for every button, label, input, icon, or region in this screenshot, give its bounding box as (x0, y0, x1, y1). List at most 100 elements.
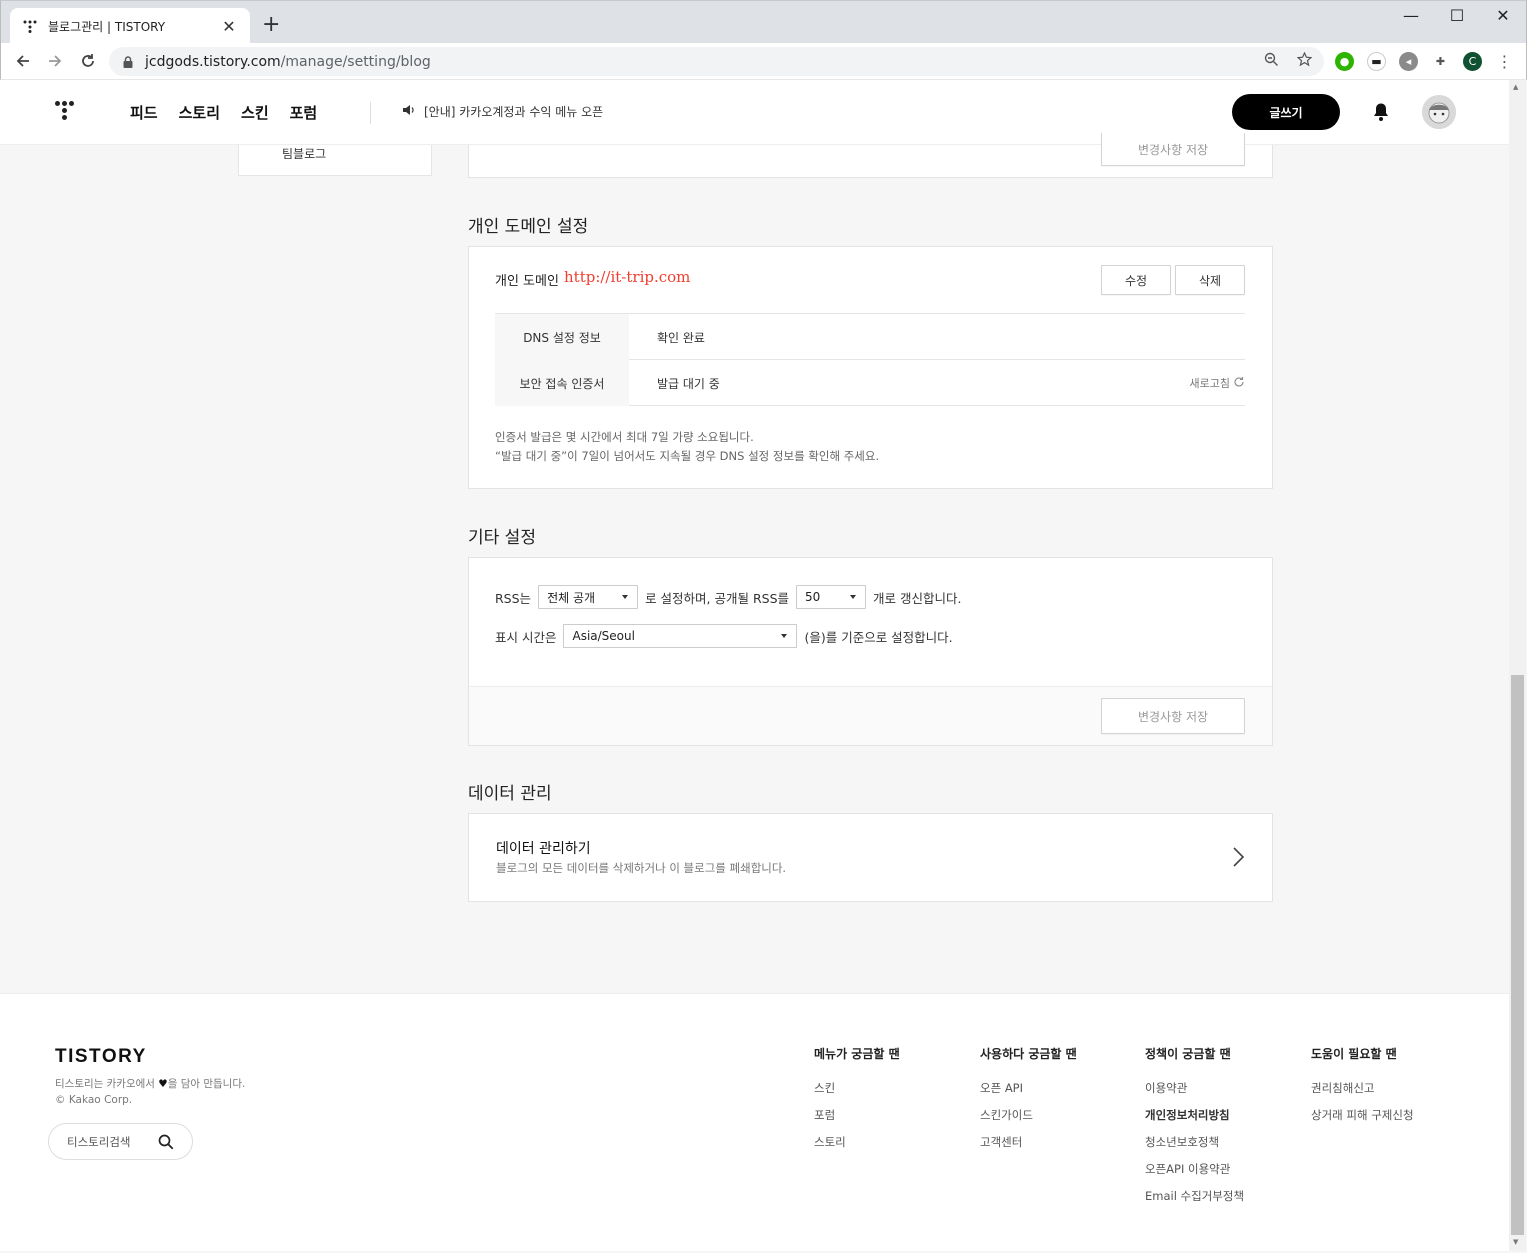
footer-link[interactable]: 스킨 (814, 1080, 900, 1096)
address-bar[interactable]: jcdgods.tistory.com/manage/setting/blog (109, 47, 1324, 76)
refresh-icon (1233, 376, 1245, 391)
domain-delete-button[interactable]: 삭제 (1175, 265, 1245, 295)
footer-column-title: 메뉴가 궁금할 땐 (814, 1047, 900, 1061)
domain-note-line1: 인증서 발급은 몇 시간에서 최대 7일 가량 소요됩니다. (495, 430, 754, 444)
extension-mask-icon[interactable]: ▬ (1367, 52, 1386, 71)
etc-card-footer: 변경사항 저장 (469, 686, 1272, 745)
scroll-up-icon[interactable]: ▲ (1513, 83, 1522, 91)
tab-title: 블로그관리 | TISTORY (48, 19, 166, 34)
footer-search-placeholder: 티스토리검색 (67, 1134, 131, 1149)
timezone-select[interactable]: Asia/Seoul (563, 624, 798, 648)
new-tab-icon[interactable]: + (262, 13, 280, 37)
footer-column-help: 도움이 필요할 땐 권리침해신고 상거래 피해 구제신청 (1311, 1045, 1414, 1134)
footer-link[interactable]: 이용약관 (1145, 1080, 1244, 1096)
rss-row: RSS는 전체 공개 로 설정하며, 공개될 RSS를 50 개로 갱신합니다. (495, 585, 961, 609)
refresh-button[interactable]: 새로고침 (1190, 375, 1245, 391)
url-text: jcdgods.tistory.com/manage/setting/blog (145, 53, 431, 70)
nav-skin[interactable]: 스킨 (241, 102, 269, 123)
data-management-card[interactable]: 데이터 관리하기 블로그의 모든 데이터를 삭제하거나 이 블로그를 폐쇄합니다… (468, 813, 1273, 902)
domain-url[interactable]: http://it-trip.com (564, 268, 690, 286)
rss-suffix: 개로 갱신합니다. (873, 590, 962, 606)
dns-value: 확인 완료 (657, 331, 705, 345)
bell-icon[interactable] (1372, 102, 1390, 122)
lock-icon (123, 55, 133, 68)
table-row: DNS 설정 정보 확인 완료 (495, 314, 1245, 360)
extension-share-icon[interactable]: ◂ (1399, 52, 1418, 71)
zoom-icon[interactable] (1264, 52, 1279, 71)
nav-story[interactable]: 스토리 (179, 102, 220, 123)
dns-key: DNS 설정 정보 (495, 314, 629, 360)
etc-section-title: 기타 설정 (468, 528, 536, 548)
scroll-down-icon[interactable]: ▼ (1513, 1238, 1522, 1246)
domain-settings-card: 개인 도메인 http://it-trip.com 수정 삭제 DNS 설정 정… (468, 246, 1273, 489)
footer-link[interactable]: 청소년보호정책 (1145, 1134, 1244, 1150)
footer-link[interactable]: 오픈API 이용약관 (1145, 1161, 1244, 1177)
window-close-icon[interactable]: ✕ (1480, 5, 1526, 27)
nav-divider (370, 102, 371, 124)
footer-column-title: 사용하다 궁금할 땐 (980, 1047, 1077, 1061)
rss-count-value: 50 (805, 590, 821, 604)
tistory-logo-icon[interactable] (55, 101, 79, 125)
notice-banner[interactable]: [안내] 카카오계정과 수익 메뉴 오픈 (402, 103, 603, 120)
speaker-icon (402, 104, 416, 119)
footer-link[interactable]: 포럼 (814, 1107, 900, 1123)
nav-forum[interactable]: 포럼 (290, 102, 318, 123)
notice-text: [안내] 카카오계정과 수익 메뉴 오픈 (424, 105, 604, 119)
main-nav: 피드 스토리 스킨 포럼 (130, 102, 317, 123)
footer-column-usage: 사용하다 궁금할 땐 오픈 API 스킨가이드 고객센터 (980, 1045, 1077, 1161)
footer-link[interactable]: 개인정보처리방침 (1145, 1107, 1244, 1123)
time-prefix: 표시 시간은 (495, 629, 557, 645)
domain-note: 인증서 발급은 몇 시간에서 최대 7일 가량 소요됩니다. “발급 대기 중”… (495, 428, 879, 466)
browser-menu-icon[interactable]: ⋮ (1495, 52, 1514, 71)
footer-link[interactable]: 권리침해신고 (1311, 1080, 1414, 1096)
maximize-icon[interactable]: ☐ (1434, 5, 1480, 27)
site-footer: TISTORY 티스토리는 카카오에서 ♥을 담아 만듭니다. © Kakao … (0, 993, 1509, 1251)
tistory-favicon-icon (22, 18, 38, 34)
write-button[interactable]: 글쓰기 (1232, 94, 1340, 130)
etc-settings-card: RSS는 전체 공개 로 설정하며, 공개될 RSS를 50 개로 갱신합니다.… (468, 557, 1273, 746)
domain-label: 개인 도메인 (495, 274, 559, 289)
profile-avatar[interactable]: C (1463, 52, 1482, 71)
minimize-icon[interactable]: — (1388, 5, 1434, 27)
timezone-value: Asia/Seoul (572, 629, 635, 643)
footer-link[interactable]: 스토리 (814, 1134, 900, 1150)
extensions-puzzle-icon[interactable]: ✚ (1431, 52, 1450, 71)
reload-icon[interactable] (76, 49, 100, 73)
user-avatar[interactable] (1422, 95, 1456, 129)
side-menu-item-teamblog[interactable]: 팀블로그 (282, 145, 326, 162)
ssl-key: 보안 접속 인증서 (495, 360, 629, 406)
dns-info-table: DNS 설정 정보 확인 완료 보안 접속 인증서 발급 대기 중 새로고침 (495, 313, 1245, 406)
footer-logo[interactable]: TISTORY (55, 1046, 147, 1068)
rss-prefix: RSS는 (495, 590, 532, 606)
search-icon[interactable] (158, 1134, 174, 1150)
footer-desc-after: 을 담아 만듭니다. (167, 1078, 246, 1090)
footer-link[interactable]: 상거래 피해 구제신청 (1311, 1107, 1414, 1123)
footer-search-input[interactable]: 티스토리검색 (48, 1123, 193, 1160)
extension-green-icon[interactable]: ● (1335, 52, 1354, 71)
nav-feed[interactable]: 피드 (130, 102, 158, 123)
domain-edit-button[interactable]: 수정 (1101, 265, 1171, 295)
save-changes-button[interactable]: 변경사항 저장 (1101, 698, 1245, 734)
footer-description: 티스토리는 카카오에서 ♥을 담아 만듭니다. © Kakao Corp. (55, 1076, 245, 1108)
footer-link[interactable]: Email 수집거부정책 (1145, 1188, 1244, 1204)
rss-middle: 로 설정하며, 공개될 RSS를 (645, 590, 790, 606)
footer-link[interactable]: 오픈 API (980, 1080, 1077, 1096)
chevron-down-icon (622, 595, 629, 599)
time-suffix: (을)를 기준으로 설정합니다. (804, 629, 953, 645)
back-icon[interactable] (11, 49, 35, 73)
timezone-row: 표시 시간은 Asia/Seoul (을)를 기준으로 설정합니다. (495, 624, 953, 648)
rss-count-select[interactable]: 50 (796, 585, 867, 609)
footer-column-policy: 정책이 궁금할 땐 이용약관 개인정보처리방침 청소년보호정책 오픈API 이용… (1145, 1045, 1244, 1215)
browser-tab[interactable]: 블로그관리 | TISTORY ✕ (10, 8, 250, 44)
footer-desc-before: 티스토리는 카카오에서 (55, 1078, 155, 1090)
browser-toolbar: jcdgods.tistory.com/manage/setting/blog … (0, 43, 1527, 80)
footer-link[interactable]: 스킨가이드 (980, 1107, 1077, 1123)
page-scrollbar[interactable]: ▲ ▼ (1509, 80, 1526, 1251)
scrollbar-thumb[interactable] (1511, 675, 1524, 1235)
forward-icon[interactable] (43, 49, 67, 73)
previous-save-button[interactable]: 변경사항 저장 (1101, 133, 1245, 166)
bookmark-star-icon[interactable] (1296, 51, 1313, 71)
footer-link[interactable]: 고객센터 (980, 1134, 1077, 1150)
rss-visibility-select[interactable]: 전체 공개 (538, 585, 639, 609)
tab-close-icon[interactable]: ✕ (220, 17, 238, 36)
